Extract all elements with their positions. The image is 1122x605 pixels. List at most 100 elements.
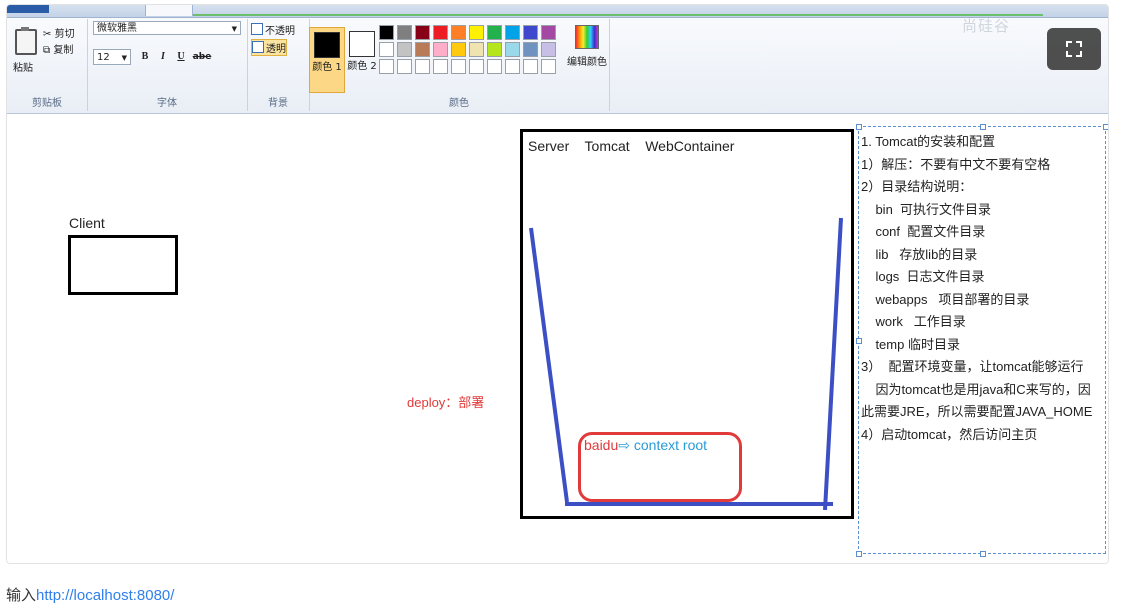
color2-swatch — [349, 31, 375, 57]
paste-button[interactable]: 粘贴 — [13, 59, 33, 74]
footer-prefix: 输入 — [6, 587, 37, 604]
drawing-canvas[interactable]: Client Server Tomcat WebContainer deploy… — [7, 114, 1108, 563]
ribbon-tabstrip — [7, 5, 1108, 18]
background-group-label: 背景 — [268, 98, 288, 109]
palette-color-swatch[interactable] — [469, 42, 484, 57]
resize-handle[interactable] — [1103, 124, 1108, 130]
notes-line: bin 可执行文件目录 — [861, 201, 992, 217]
notes-line: lib 存放lib的目录 — [861, 246, 978, 262]
palette-color-swatch[interactable] — [433, 25, 448, 40]
palette-color-swatch[interactable] — [523, 42, 538, 57]
color1-button[interactable]: 颜色 1 — [309, 27, 345, 93]
palette-color-swatch[interactable] — [379, 42, 394, 57]
transparent-option[interactable]: 透明 — [251, 39, 287, 56]
notes-line: 此需要JRE，所以需要配置JAVA_HOME — [861, 404, 1093, 419]
clipboard-group: 粘贴 ✂ 剪切 ⧉ 复制 剪贴板 — [7, 19, 88, 111]
expand-icon — [1066, 41, 1082, 57]
home-tab[interactable] — [145, 5, 193, 16]
notes-line: 2）目录结构说明： — [861, 179, 973, 194]
palette-color-swatch[interactable] — [505, 25, 520, 40]
palette-color-swatch[interactable] — [505, 59, 520, 74]
bold-button[interactable]: B — [137, 49, 153, 65]
ribbon: 尚硅谷 粘贴 ✂ 剪切 ⧉ 复制 剪贴板 字体 微软雅黑 ▼ 12 ▼ B I U … — [7, 5, 1108, 114]
transparent-icon — [252, 41, 264, 53]
notes-line: 因为tomcat也是用java和C来写的，因 — [861, 381, 1091, 397]
palette-color-swatch[interactable] — [505, 42, 520, 57]
context-root-label: baidu⇨ context root — [584, 437, 707, 454]
palette-color-swatch[interactable] — [397, 59, 412, 74]
chevron-down-icon: ▼ — [231, 25, 237, 33]
palette-color-swatch[interactable] — [469, 25, 484, 40]
strikethrough-button[interactable]: abe — [191, 49, 213, 65]
notes-line: temp 临时目录 — [861, 336, 960, 352]
palette-color-swatch[interactable] — [415, 42, 430, 57]
resize-handle[interactable] — [856, 551, 862, 557]
color1-label: 颜色 1 — [312, 62, 342, 73]
clipboard-group-label: 剪贴板 — [32, 98, 62, 109]
color2-button[interactable]: 颜色 2 — [345, 27, 379, 91]
palette-color-swatch[interactable] — [541, 25, 556, 40]
notes-text: 1. Tomcat的安装和配置 1）解压：不要有中文不要有空格 2）目录结构说明： … — [861, 131, 1092, 446]
palette-color-swatch[interactable] — [433, 59, 448, 74]
resize-handle[interactable] — [856, 124, 862, 130]
opaque-icon — [251, 23, 263, 35]
italic-button[interactable]: I — [155, 49, 171, 65]
watermark: 尚硅谷 — [962, 18, 1011, 35]
underline-button[interactable]: U — [173, 49, 189, 65]
opaque-option[interactable]: 不透明 — [251, 22, 295, 37]
scissors-icon: ✂ — [43, 29, 52, 40]
font-size-select[interactable]: 12 ▼ — [93, 49, 131, 65]
palette-color-swatch[interactable] — [415, 59, 430, 74]
notes-line: logs 日志文件目录 — [861, 269, 985, 284]
edit-colors-button[interactable]: 编辑颜色 — [567, 25, 607, 68]
localhost-link[interactable]: http://localhost:8080/ — [36, 587, 174, 604]
palette-color-swatch[interactable] — [415, 25, 430, 40]
palette-color-swatch[interactable] — [541, 59, 556, 74]
palette-color-swatch[interactable] — [379, 59, 394, 74]
container-left-line — [529, 227, 569, 503]
palette-color-swatch[interactable] — [451, 25, 466, 40]
copy-icon: ⧉ — [43, 45, 51, 56]
context-root-text: context root — [630, 437, 708, 453]
palette-color-swatch[interactable] — [523, 25, 538, 40]
palette-color-swatch[interactable] — [523, 59, 538, 74]
palette-color-swatch[interactable] — [397, 42, 412, 57]
palette-color-swatch[interactable] — [487, 25, 502, 40]
palette-color-swatch[interactable] — [451, 42, 466, 57]
file-tab[interactable] — [7, 5, 49, 13]
notes-line: work 工作目录 — [861, 314, 966, 329]
palette-color-swatch[interactable] — [433, 42, 448, 57]
fullscreen-button[interactable] — [1047, 28, 1101, 70]
palette-color-swatch[interactable] — [487, 59, 502, 74]
font-group-label: 字体 — [157, 98, 177, 109]
context-app-name: baidu — [584, 437, 619, 453]
notes-line: 1）解压：不要有中文不要有空格 — [861, 156, 1051, 172]
palette-color-swatch[interactable] — [397, 25, 412, 40]
colors-group-label: 颜色 — [449, 98, 469, 109]
color-wheel-icon — [575, 25, 599, 49]
deploy-label: deploy：部署 — [407, 395, 485, 410]
notes-line: conf 配置文件目录 — [861, 224, 986, 239]
resize-handle[interactable] — [980, 124, 986, 130]
palette-color-swatch[interactable] — [541, 42, 556, 57]
container-right-line — [823, 217, 843, 511]
paste-icon[interactable] — [15, 27, 37, 55]
palette-color-swatch[interactable] — [469, 59, 484, 74]
palette-color-swatch[interactable] — [487, 42, 502, 57]
cut-button[interactable]: ✂ 剪切 — [43, 25, 75, 40]
palette-color-swatch[interactable] — [379, 25, 394, 40]
notes-line: 3） 配置环境变量，让tomcat能够运行 — [861, 359, 1084, 374]
color2-label: 颜色 2 — [347, 61, 377, 72]
paint-window: 尚硅谷 粘贴 ✂ 剪切 ⧉ 复制 剪贴板 字体 微软雅黑 ▼ 12 ▼ B I U … — [6, 4, 1109, 564]
edit-colors-label: 编辑颜色 — [567, 57, 607, 68]
right-arrow-icon: ⇨ — [618, 437, 630, 453]
notes-line: 1. Tomcat的安装和配置 — [861, 134, 996, 149]
notes-line: 4）启动tomcat，然后访问主页 — [861, 426, 1038, 442]
font-family-select[interactable]: 微软雅黑 ▼ — [93, 21, 241, 35]
tab-accent-line — [193, 14, 1043, 16]
palette-color-swatch[interactable] — [451, 59, 466, 74]
chevron-down-icon: ▼ — [121, 54, 127, 62]
color1-swatch — [314, 32, 340, 58]
resize-handle[interactable] — [980, 551, 986, 557]
copy-button[interactable]: ⧉ 复制 — [43, 41, 73, 56]
